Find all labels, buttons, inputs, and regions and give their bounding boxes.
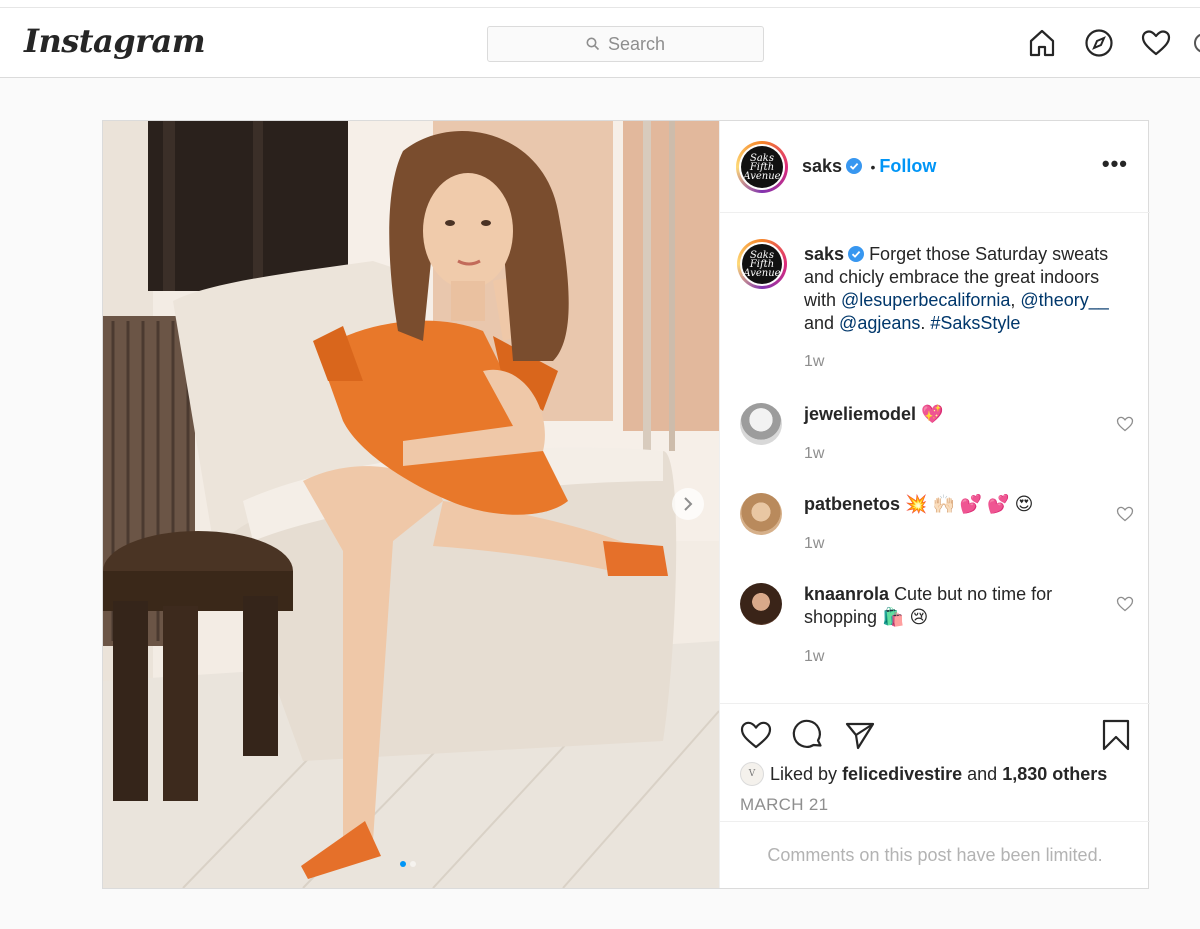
comment-timestamp[interactable]: 1w xyxy=(804,445,824,463)
share-send-icon[interactable] xyxy=(843,718,877,752)
follow-button[interactable]: Follow xyxy=(879,156,936,176)
author-username[interactable]: saks xyxy=(802,156,842,176)
comment-timestamp[interactable]: 1w xyxy=(804,648,824,666)
carousel-dots xyxy=(400,861,416,867)
carousel-dot-1 xyxy=(400,861,406,867)
model-photo-illustration xyxy=(103,121,719,888)
comment-bubble-icon[interactable] xyxy=(791,718,825,752)
commenter-avatar[interactable] xyxy=(740,583,782,625)
post-sidebar: Saks Fifth Avenue saks • Follow ••• Saks … xyxy=(719,121,1150,888)
post-card: Saks Fifth Avenue saks • Follow ••• Saks … xyxy=(102,120,1150,889)
chevron-right-icon xyxy=(684,497,693,511)
comment-username[interactable]: knaanrola xyxy=(804,584,889,604)
verified-badge-icon xyxy=(848,246,865,262)
more-options-button[interactable]: ••• xyxy=(1102,151,1128,177)
likes-summary: V Liked by felicedivestire and 1,830 oth… xyxy=(740,762,1107,786)
comment-username[interactable]: patbenetos xyxy=(804,494,900,514)
caption-avatar[interactable]: Saks Fifth Avenue xyxy=(737,239,787,289)
hashtag-saksstyle[interactable]: #SaksStyle xyxy=(930,313,1020,333)
likes-count[interactable]: 1,830 others xyxy=(1002,764,1107,785)
instagram-logo[interactable]: Instagram xyxy=(24,22,206,60)
commenter-avatar[interactable] xyxy=(740,403,782,445)
home-icon[interactable] xyxy=(1026,27,1058,59)
save-bookmark-icon[interactable] xyxy=(1099,718,1133,752)
comment-body: 💖 xyxy=(921,404,944,424)
browser-top-strip xyxy=(0,0,1200,8)
explore-icon[interactable] xyxy=(1083,27,1115,59)
caption-username[interactable]: saks xyxy=(804,244,844,264)
likes-conjunction: and xyxy=(967,763,998,784)
caption-separator: . xyxy=(920,313,931,333)
post-actions: V Liked by felicedivestire and 1,830 oth… xyxy=(720,703,1150,821)
comment-body: 💥 🙌🏻 💕 💕 😍 xyxy=(905,494,1034,514)
caption-separator: , xyxy=(1010,290,1021,310)
like-comment-heart-icon[interactable] xyxy=(1116,415,1134,433)
commenter-avatar[interactable] xyxy=(740,493,782,535)
search-icon xyxy=(586,37,600,51)
caption-timestamp[interactable]: 1w xyxy=(804,353,824,371)
carousel-dot-2 xyxy=(410,861,416,867)
top-navigation: Instagram Search xyxy=(0,8,1200,78)
post-date[interactable]: MARCH 21 xyxy=(740,795,828,815)
comment-text: jeweliemodel 💖 xyxy=(804,403,1122,426)
liker-avatar[interactable]: V xyxy=(740,762,764,786)
likes-prefix: Liked by xyxy=(770,763,838,784)
saks-logo: Saks Fifth Avenue xyxy=(741,146,783,188)
mention-theory[interactable]: @theory__ xyxy=(1020,290,1108,310)
caption-text: saks Forget those Saturday sweats and ch… xyxy=(804,243,1122,335)
caption-body: and xyxy=(804,313,840,333)
like-comment-heart-icon[interactable] xyxy=(1116,505,1134,523)
search-placeholder: Search xyxy=(607,33,666,54)
post-header: Saks Fifth Avenue saks • Follow ••• xyxy=(720,121,1150,213)
like-comment-heart-icon[interactable] xyxy=(1116,595,1134,613)
comment-text: knaanrola Cute but no time for shopping … xyxy=(804,583,1122,629)
liker-username[interactable]: felicedivestire xyxy=(842,764,962,785)
author-avatar[interactable]: Saks Fifth Avenue xyxy=(736,141,788,193)
verified-badge-icon xyxy=(846,158,863,174)
post-photo[interactable] xyxy=(103,121,719,888)
carousel-next-button[interactable] xyxy=(672,488,704,520)
mention-agjeans[interactable]: @agjeans xyxy=(839,313,920,333)
like-heart-icon[interactable] xyxy=(739,718,773,752)
search-input[interactable]: Search xyxy=(487,26,764,62)
comment-timestamp[interactable]: 1w xyxy=(804,535,824,553)
activity-heart-icon[interactable] xyxy=(1140,27,1172,59)
comment-text: patbenetos 💥 🙌🏻 💕 💕 😍 xyxy=(804,493,1122,516)
comments-list[interactable]: Saks Fifth Avenue saks Forget those Satu… xyxy=(720,213,1150,703)
comments-limited-notice: Comments on this post have been limited. xyxy=(720,821,1150,888)
saks-logo: Saks Fifth Avenue xyxy=(742,244,782,284)
comment-username[interactable]: jeweliemodel xyxy=(804,404,916,424)
mention-lesuperbecalifornia[interactable]: @lesuperbecalifornia xyxy=(841,290,1010,310)
profile-avatar-partial[interactable] xyxy=(1194,33,1200,53)
follow-separator: • xyxy=(870,159,876,175)
